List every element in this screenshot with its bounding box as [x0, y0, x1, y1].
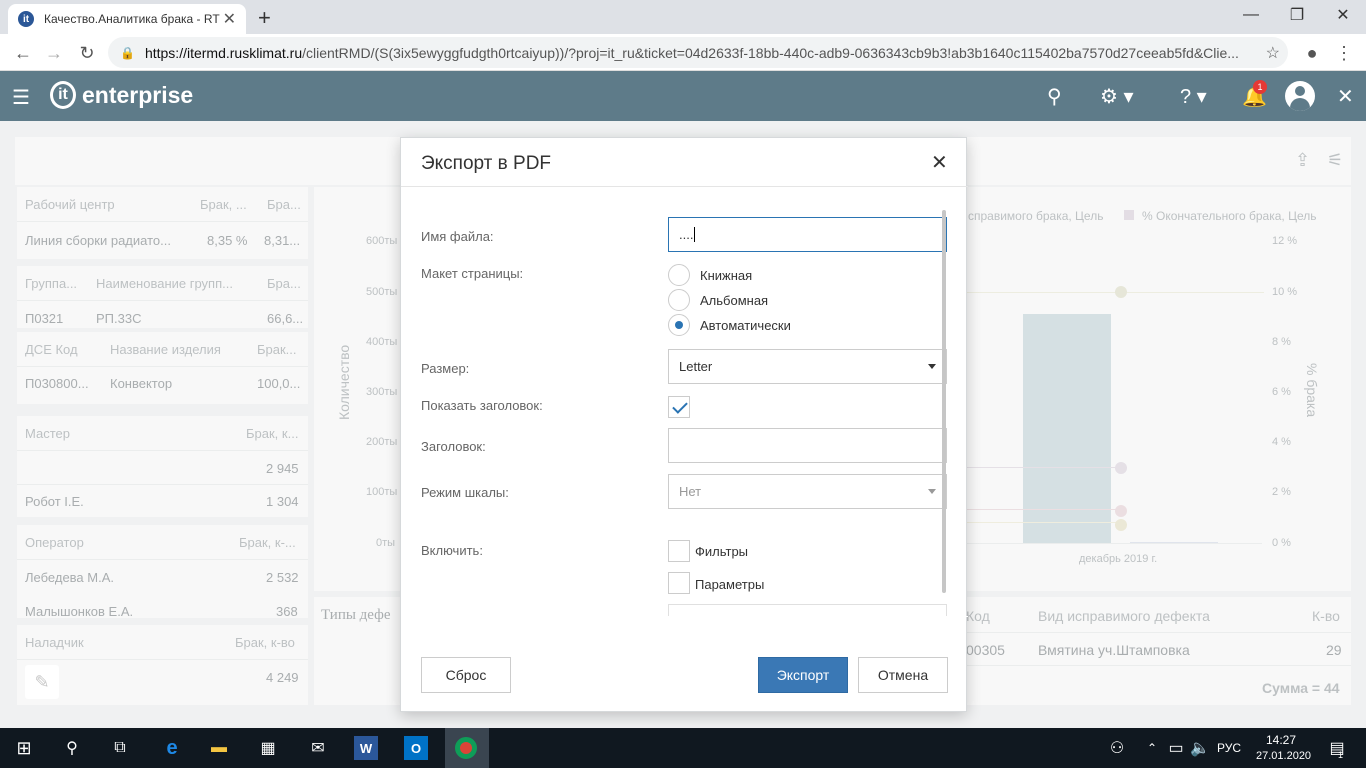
word-icon[interactable]: W — [354, 736, 378, 760]
profile-icon[interactable]: ● — [1299, 40, 1325, 66]
browser-toolbar: ← → ↻ 🔒 https://itermd.rusklimat.ru/clie… — [0, 34, 1366, 71]
chevron-down-icon — [928, 364, 936, 369]
people-icon[interactable]: ⚇ — [1105, 736, 1129, 760]
radio-auto-label: Автоматически — [700, 318, 791, 333]
site-favicon: it — [18, 11, 34, 27]
header-label: Заголовок: — [421, 439, 486, 454]
include-filters-checkbox[interactable] — [668, 540, 690, 562]
dialog-scrollbar[interactable] — [942, 210, 946, 593]
store-icon[interactable]: ▦ — [256, 736, 280, 760]
close-icon[interactable]: ✕ — [931, 150, 948, 175]
show-header-checkbox[interactable] — [668, 396, 690, 418]
search-icon[interactable]: ⚲ — [60, 736, 84, 760]
reset-button[interactable]: Сброс — [421, 657, 511, 693]
export-button[interactable]: Экспорт — [758, 657, 848, 693]
new-tab-icon[interactable]: + — [258, 5, 271, 31]
clock-time[interactable]: 14:27 — [1266, 733, 1296, 747]
volume-icon[interactable]: 🔈 — [1188, 736, 1212, 760]
include-params-checkbox[interactable] — [668, 572, 690, 594]
lock-icon: 🔒 — [120, 45, 135, 60]
restore-icon[interactable]: ❐ — [1274, 0, 1320, 30]
search-icon[interactable]: ⚲ — [1047, 84, 1062, 109]
action-center-icon[interactable]: ▤ — [1325, 736, 1349, 760]
scale-mode-select[interactable]: Нет — [668, 474, 947, 509]
filename-input[interactable]: .... — [668, 217, 947, 252]
forward-icon[interactable]: → — [41, 40, 67, 66]
task-view-icon[interactable]: ⧉ — [108, 736, 132, 760]
header-input[interactable] — [668, 428, 947, 463]
back-icon[interactable]: ← — [10, 40, 36, 66]
network-icon[interactable]: ▭ — [1164, 736, 1188, 760]
notification-badge: 1 — [1253, 80, 1267, 94]
mail-icon[interactable]: ✉ — [306, 736, 330, 760]
page-layout-label: Макет страницы: — [421, 266, 524, 281]
browser-tabbar: it Качество.Аналитика брака - RTF ✕ + — … — [0, 0, 1366, 34]
browser-menu-icon[interactable]: ⋮ — [1331, 40, 1357, 66]
filename-label: Имя файла: — [421, 229, 494, 244]
radio-landscape[interactable] — [668, 289, 690, 311]
gear-icon[interactable]: ⚙ ▾ — [1100, 84, 1134, 109]
include-filters-label: Фильтры — [695, 544, 749, 559]
export-pdf-dialog: Экспорт в PDF ✕ Имя файла: .... Макет ст… — [400, 137, 968, 712]
clipped-field — [668, 604, 947, 616]
dialog-title: Экспорт в PDF — [421, 153, 552, 174]
action-center-count: 1 — [1338, 750, 1344, 760]
minimize-icon[interactable]: — — [1228, 0, 1274, 30]
help-icon[interactable]: ? ▾ — [1180, 84, 1207, 109]
bookmark-star-icon[interactable]: ☆ — [1266, 43, 1280, 63]
cancel-button[interactable]: Отмена — [858, 657, 948, 693]
tray-chevron-icon[interactable]: ⌃ — [1140, 736, 1164, 760]
avatar[interactable] — [1285, 81, 1315, 111]
logo-text: enterprise — [82, 81, 194, 108]
logo-mark: it — [50, 81, 76, 109]
lang-indicator[interactable]: РУС — [1217, 741, 1241, 755]
size-select[interactable]: Letter — [668, 349, 947, 384]
app-close-icon[interactable]: ✕ — [1337, 84, 1354, 109]
include-params-label: Параметры — [695, 577, 765, 592]
file-explorer-icon[interactable]: ▬ — [207, 736, 231, 760]
radio-landscape-label: Альбомная — [700, 293, 769, 308]
dialog-divider — [401, 186, 968, 187]
windows-start-icon[interactable]: ⊞ — [12, 736, 36, 760]
url-text: https://itermd.rusklimat.ru/clientRMD/(S… — [144, 44, 1239, 61]
hamburger-menu-icon[interactable]: ☰ — [12, 85, 32, 109]
radio-portrait-label: Книжная — [700, 268, 753, 283]
radio-portrait[interactable] — [668, 264, 690, 286]
chrome-icon[interactable] — [455, 737, 477, 759]
tab-title: Качество.Аналитика брака - RTF — [44, 12, 220, 26]
browser-tab[interactable]: it Качество.Аналитика брака - RTF ✕ — [8, 4, 246, 34]
app-logo[interactable]: it enterprise — [50, 81, 193, 109]
scale-mode-label: Режим шкалы: — [421, 485, 509, 500]
address-bar[interactable]: 🔒 https://itermd.rusklimat.ru/clientRMD/… — [108, 37, 1288, 68]
show-header-label: Показать заголовок: — [421, 398, 543, 413]
edge-icon[interactable]: e — [160, 736, 184, 760]
outlook-icon[interactable]: O — [404, 736, 428, 760]
reload-icon[interactable]: ↻ — [74, 40, 100, 66]
size-label: Размер: — [421, 361, 470, 376]
chevron-down-icon — [928, 489, 936, 494]
clock-date[interactable]: 27.01.2020 — [1256, 750, 1311, 762]
windows-taskbar: ⊞ ⚲ ⧉ e ▬ ▦ ✉ W O ⚇ ⌃ ▭ 🔈 РУС 14:27 27.0… — [0, 728, 1366, 768]
radio-auto[interactable] — [668, 314, 690, 336]
window-close-icon[interactable]: ✕ — [1320, 0, 1366, 30]
include-label: Включить: — [421, 543, 483, 558]
close-tab-icon[interactable]: ✕ — [223, 9, 236, 29]
app-header: ☰ it enterprise ⚲ ⚙ ▾ ? ▾ 🔔 ✕ — [0, 71, 1366, 121]
